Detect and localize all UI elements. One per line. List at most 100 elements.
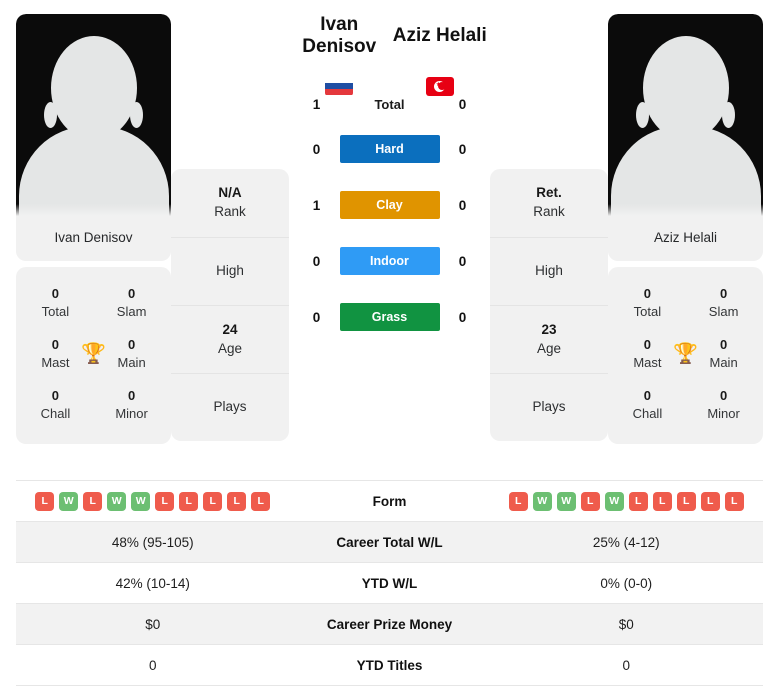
titles-mast-right: 0 Mast xyxy=(633,337,662,370)
flag-wrap-left xyxy=(289,76,390,96)
h2h-score-left-2: 1 xyxy=(312,197,321,213)
table-row-ytd-titles: 0 YTD Titles 0 xyxy=(16,645,763,686)
form-badge-left-6: L xyxy=(179,491,199,511)
surface-row-grass[interactable]: 0 Grass 0 xyxy=(289,289,490,345)
form-badge-right-8: L xyxy=(700,491,720,511)
titles-row-mast-main-left: 0 Mast 🏆 0 Main xyxy=(16,328,171,379)
trophy-icon: 🏆 xyxy=(673,342,698,365)
form-badge-left-2: L xyxy=(83,491,103,511)
row-label-form: Form xyxy=(372,493,407,509)
row-label-career-wl: Career Total W/L xyxy=(336,534,443,550)
form-badge-left-3: W xyxy=(107,491,127,511)
form-badge-right-5: L xyxy=(628,491,648,511)
player-info-card-left: N/A Rank High 24 Age Plays xyxy=(171,169,289,442)
h2h-score-left-4: 0 xyxy=(312,309,321,325)
h2h-score-left-1: 0 xyxy=(312,141,321,157)
photo-fade xyxy=(16,204,171,216)
titles-total-right: 0 Total xyxy=(633,286,662,319)
player-info-col-left: N/A Rank High 24 Age Plays xyxy=(171,169,289,442)
head-to-head-panel: Ivan Denisov Aziz Helali ★ 1 Total 0 0 H… xyxy=(289,14,490,345)
ytd-titles-right: 0 xyxy=(622,657,630,673)
surface-badge-hard[interactable]: Hard xyxy=(339,135,440,163)
russia-flag-icon xyxy=(325,76,354,96)
info-rank-left: N/A Rank xyxy=(171,169,289,238)
player-names-row: Ivan Denisov Aziz Helali xyxy=(289,14,490,58)
surface-badge-indoor[interactable]: Indoor xyxy=(339,247,440,275)
form-badge-right-3: L xyxy=(580,491,600,511)
player-info-col-right: Ret. Rank High 23 Age Plays xyxy=(490,169,608,442)
ytd-wl-left: 42% (10-14) xyxy=(115,575,190,591)
flag-wrap-right: ★ xyxy=(390,76,491,96)
h2h-score-right-3: 0 xyxy=(458,253,467,269)
player-card-left[interactable]: Ivan Denisov 0 Total 0 Slam 0 Mast 🏆 0 M… xyxy=(16,14,171,445)
titles-row-total-slam-right: 0 Total 0 Slam xyxy=(608,277,763,328)
info-rank-right: Ret. Rank xyxy=(490,169,608,238)
form-badge-left-5: L xyxy=(155,491,175,511)
titles-row-total-slam-left: 0 Total 0 Slam xyxy=(16,277,171,328)
h2h-score-right-1: 0 xyxy=(458,141,467,157)
titles-minor-right: 0 Minor xyxy=(707,388,740,421)
form-badge-left-8: L xyxy=(227,491,247,511)
avatar-ear-left-icon xyxy=(44,102,57,128)
player-avatar-right xyxy=(608,14,763,216)
avatar-ear-left-icon xyxy=(636,102,649,128)
form-badges-right: LWWLWLLLLL xyxy=(508,491,744,511)
info-plays-right: Plays xyxy=(532,399,566,415)
table-row-career-prize: $0 Career Prize Money $0 xyxy=(16,604,763,645)
player-avatar-left xyxy=(16,14,171,216)
player-photo-name-left: Ivan Denisov xyxy=(16,216,171,261)
titles-main-right: 0 Main xyxy=(709,337,738,370)
surface-badge-clay[interactable]: Clay xyxy=(339,191,440,219)
trophy-icon: 🏆 xyxy=(81,342,106,365)
h2h-score-left-3: 0 xyxy=(312,253,321,269)
info-plays-left: Plays xyxy=(213,399,247,415)
titles-minor-left: 0 Minor xyxy=(115,388,148,421)
form-left: LWLWWLLLLL xyxy=(16,491,290,511)
career-wl-left: 48% (95-105) xyxy=(111,534,194,550)
ytd-wl-right: 0% (0-0) xyxy=(600,575,653,591)
h2h-score-right-4: 0 xyxy=(458,309,467,325)
avatar-head-icon xyxy=(642,36,729,140)
player-photo-card-right: Aziz Helali xyxy=(608,14,763,261)
titles-slam-left: 0 Slam xyxy=(116,286,147,319)
row-label-ytd-titles: YTD Titles xyxy=(356,657,423,673)
comparison-header: Ivan Denisov 0 Total 0 Slam 0 Mast 🏆 0 M… xyxy=(0,0,779,470)
player-info-card-right: Ret. Rank High 23 Age Plays xyxy=(490,169,608,442)
career-prize-right: $0 xyxy=(618,616,634,632)
avatar-head-icon xyxy=(50,36,137,140)
player-card-right[interactable]: Aziz Helali 0 Total 0 Slam 0 Mast 🏆 0 Ma… xyxy=(608,14,763,445)
ytd-titles-left: 0 xyxy=(148,657,157,673)
player-titles-card-left: 0 Total 0 Slam 0 Mast 🏆 0 Main 0 Chall 0… xyxy=(16,267,171,445)
info-high-right: High xyxy=(490,238,608,306)
surface-row-hard[interactable]: 0 Hard 0 xyxy=(289,121,490,177)
surface-row-indoor[interactable]: 0 Indoor 0 xyxy=(289,233,490,289)
avatar-body-icon xyxy=(610,126,761,216)
career-prize-left: $0 xyxy=(145,616,161,632)
titles-slam-right: 0 Slam xyxy=(708,286,739,319)
form-badge-right-6: L xyxy=(652,491,672,511)
player-titles-card-right: 0 Total 0 Slam 0 Mast 🏆 0 Main 0 Chall 0… xyxy=(608,267,763,445)
form-badge-right-2: W xyxy=(556,491,576,511)
titles-total-left: 0 Total xyxy=(41,286,70,319)
info-age-right: 23 Age xyxy=(490,306,608,375)
form-badge-right-0: L xyxy=(508,491,528,511)
form-badge-right-9: L xyxy=(724,491,744,511)
form-badge-left-0: L xyxy=(35,491,55,511)
table-row-ytd-wl: 42% (10-14) YTD W/L 0% (0-0) xyxy=(16,563,763,604)
comparison-table: LWLWWLLLLL Form LWWLWLLLLL 48% (95-105) … xyxy=(16,480,763,686)
tunisia-flag-icon: ★ xyxy=(425,76,454,96)
form-badge-right-1: W xyxy=(532,491,552,511)
titles-row-chall-minor-left: 0 Chall 0 Minor xyxy=(16,379,171,430)
form-badge-left-1: W xyxy=(59,491,79,511)
table-row-form: LWLWWLLLLL Form LWWLWLLLLL xyxy=(16,481,763,522)
titles-row-mast-main-right: 0 Mast 🏆 0 Main xyxy=(608,328,763,379)
surface-row-clay[interactable]: 1 Clay 0 xyxy=(289,177,490,233)
surface-rows: 1 Total 0 0 Hard 0 1 Clay 0 0 Indoor 0 0 xyxy=(289,97,490,345)
player-name-left: Ivan Denisov xyxy=(302,14,377,57)
titles-mast-left: 0 Mast xyxy=(41,337,70,370)
avatar-body-icon xyxy=(18,126,169,216)
row-label-career-prize: Career Prize Money xyxy=(326,616,453,632)
titles-chall-right: 0 Chall xyxy=(632,388,663,421)
titles-row-chall-minor-right: 0 Chall 0 Minor xyxy=(608,379,763,430)
surface-badge-grass[interactable]: Grass xyxy=(339,303,440,331)
